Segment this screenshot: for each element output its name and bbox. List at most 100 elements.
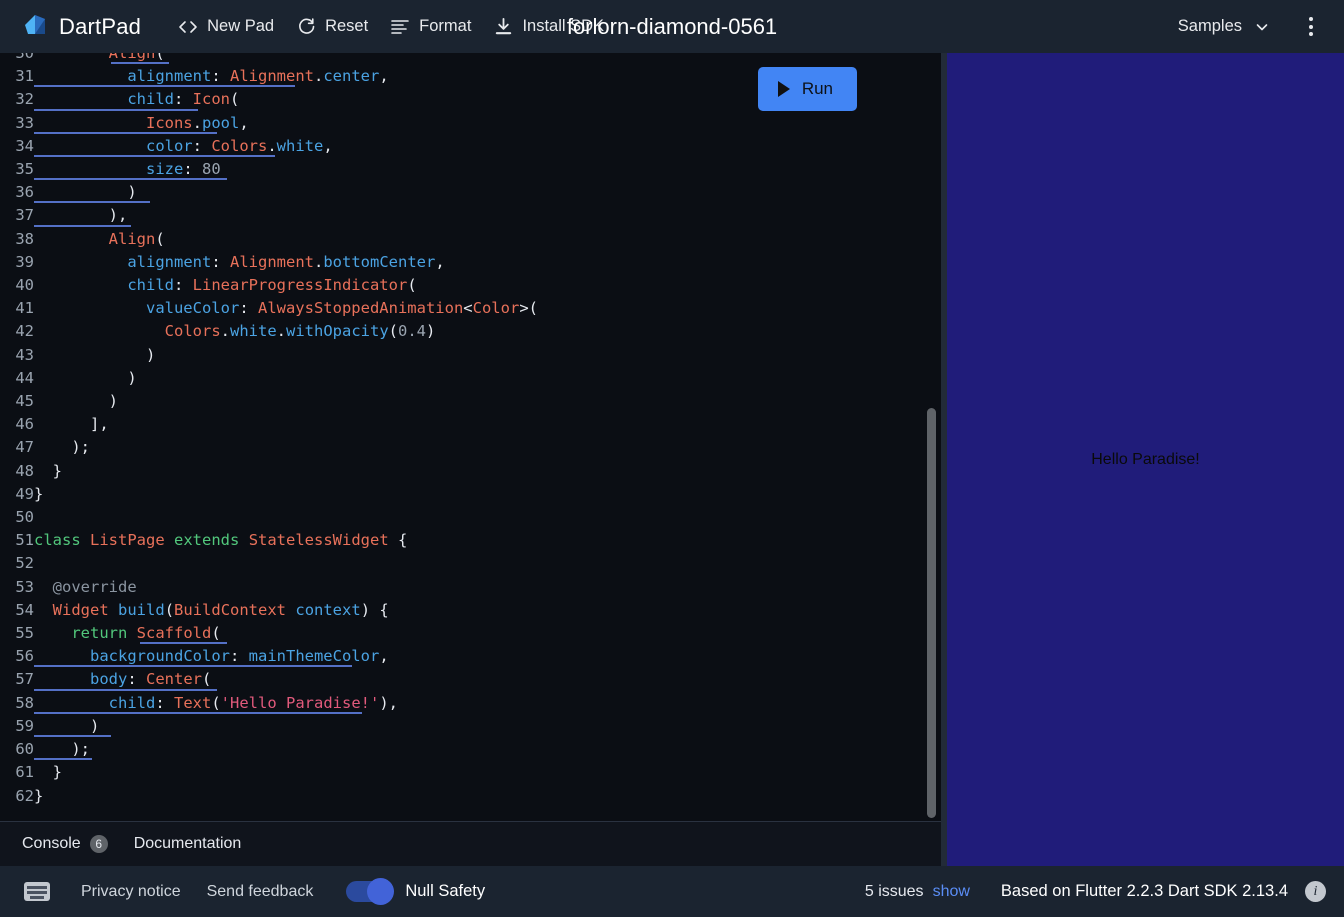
- analysis-underline: [34, 85, 295, 88]
- code-line-source[interactable]: color: Colors.white,: [34, 135, 538, 158]
- code-line: 57 body: Center(: [0, 668, 538, 691]
- code-line-source[interactable]: }: [34, 785, 538, 808]
- code-line-source[interactable]: }: [34, 483, 538, 506]
- code-line-source[interactable]: Align(: [34, 228, 538, 251]
- line-number: 60: [15, 740, 34, 759]
- code-line: 45 ): [0, 390, 538, 413]
- console-issue-badge: 6: [89, 835, 108, 853]
- code-line-source[interactable]: [34, 552, 538, 575]
- samples-dropdown[interactable]: Samples: [1166, 10, 1284, 44]
- keyboard-icon[interactable]: [24, 882, 50, 901]
- code-line-source[interactable]: );: [34, 738, 538, 761]
- privacy-notice-link[interactable]: Privacy notice: [70, 877, 192, 907]
- format-button[interactable]: Format: [379, 11, 482, 43]
- tab-documentation[interactable]: Documentation: [124, 829, 252, 859]
- tab-console[interactable]: Console 6: [12, 829, 118, 859]
- line-number: 52: [15, 554, 34, 573]
- code-line-source[interactable]: child: LinearProgressIndicator(: [34, 274, 538, 297]
- analysis-underline: [34, 108, 199, 111]
- code-line: 39 alignment: Alignment.bottomCenter,: [0, 251, 538, 274]
- line-number: 57: [15, 670, 34, 689]
- line-number: 37: [15, 206, 34, 225]
- code-line-source[interactable]: }: [34, 761, 538, 784]
- line-number: 36: [15, 183, 34, 202]
- code-line: 54 Widget build(BuildContext context) {: [0, 599, 538, 622]
- line-number: 49: [15, 484, 34, 503]
- code-line-source[interactable]: backgroundColor: mainThemeColor,: [34, 645, 538, 668]
- editor-vertical-scrollbar[interactable]: [927, 408, 936, 818]
- analysis-underline: [34, 178, 227, 181]
- code-line-source[interactable]: child: Text('Hello Paradise!'),: [34, 692, 538, 715]
- code-line-source[interactable]: Widget build(BuildContext context) {: [34, 599, 538, 622]
- code-scroll-area[interactable]: 30 Align(31 alignment: Alignment.center,…: [0, 53, 941, 821]
- info-icon[interactable]: i: [1305, 881, 1326, 902]
- install-sdk-label: Install SDK: [522, 17, 605, 35]
- code-line-source[interactable]: class ListPage extends StatelessWidget {: [34, 529, 538, 552]
- analysis-underline: [34, 735, 112, 738]
- reset-button[interactable]: Reset: [285, 11, 379, 43]
- null-safety-toggle[interactable]: Null Safety: [346, 878, 485, 905]
- issues-count: 5 issues: [864, 882, 924, 900]
- line-number: 48: [15, 461, 34, 480]
- code-line-source[interactable]: );: [34, 436, 538, 459]
- preview-text: Hello Paradise!: [1091, 450, 1200, 468]
- code-line-source[interactable]: alignment: Alignment.bottomCenter,: [34, 251, 538, 274]
- line-number: 59: [15, 716, 34, 735]
- code-line-source[interactable]: [34, 506, 538, 529]
- line-number: 42: [15, 322, 34, 341]
- code-line: 51 class ListPage extends StatelessWidget…: [0, 529, 538, 552]
- code-line-source[interactable]: Colors.white.withOpacity(0.4): [34, 320, 538, 343]
- show-issues-link[interactable]: show: [933, 883, 970, 901]
- brand-title: DartPad: [59, 13, 142, 39]
- code-line: 40 child: LinearProgressIndicator(: [0, 274, 538, 297]
- code-line-source[interactable]: @override: [34, 576, 538, 599]
- analysis-underline: [34, 131, 218, 134]
- code-line: 50: [0, 506, 538, 529]
- code-line-source[interactable]: size: 80: [34, 158, 538, 181]
- code-line: 31 alignment: Alignment.center,: [0, 65, 538, 88]
- line-number: 38: [15, 229, 34, 248]
- line-number: 34: [15, 136, 34, 155]
- code-line-source[interactable]: ],: [34, 413, 538, 436]
- code-line-source[interactable]: ): [34, 181, 538, 204]
- footer-right-group: 5 issues show Based on Flutter 2.2.3 Dar…: [865, 881, 1326, 902]
- code-line-source[interactable]: }: [34, 460, 538, 483]
- code-line-source[interactable]: ): [34, 344, 538, 367]
- run-button[interactable]: Run: [757, 67, 857, 111]
- code-line-source[interactable]: return Scaffold(: [34, 622, 538, 645]
- code-line-source[interactable]: ): [34, 390, 538, 413]
- refresh-icon: [296, 17, 316, 37]
- line-number: 58: [15, 693, 34, 712]
- code-line-source[interactable]: valueColor: AlwaysStoppedAnimation<Color…: [34, 297, 538, 320]
- analysis-underline: [34, 224, 131, 227]
- code-line: 62}: [0, 785, 538, 808]
- send-feedback-link[interactable]: Send feedback: [196, 877, 325, 907]
- code-editor[interactable]: 30 Align(31 alignment: Alignment.center,…: [0, 53, 941, 821]
- format-label: Format: [419, 17, 472, 35]
- code-line: 55 return Scaffold(: [0, 622, 538, 645]
- code-line-source[interactable]: child: Icon(: [34, 88, 538, 111]
- header-right-group: Samples: [1166, 10, 1328, 44]
- code-line-source[interactable]: body: Center(: [34, 668, 538, 691]
- code-line: 30 Align(: [0, 53, 538, 65]
- code-line-source[interactable]: Align(: [34, 53, 538, 65]
- line-number: 56: [15, 647, 34, 666]
- line-number: 45: [15, 392, 34, 411]
- analysis-underline: [34, 665, 353, 668]
- code-line: 34 color: Colors.white,: [0, 135, 538, 158]
- line-number: 32: [15, 90, 34, 109]
- code-line-source[interactable]: ): [34, 367, 538, 390]
- code-line-source[interactable]: ): [34, 715, 538, 738]
- code-line: 56 backgroundColor: mainThemeColor,: [0, 645, 538, 668]
- install-sdk-button[interactable]: Install SDK: [482, 11, 615, 43]
- line-number: 47: [15, 438, 34, 457]
- new-pad-button[interactable]: New Pad: [167, 11, 285, 43]
- dart-logo-icon: [22, 11, 48, 42]
- code-line-source[interactable]: ),: [34, 204, 538, 227]
- code-line-source[interactable]: Icons.pool,: [34, 112, 538, 135]
- play-triangle-icon: [777, 81, 790, 97]
- more-vertical-icon[interactable]: [1294, 10, 1328, 44]
- line-number: 54: [15, 600, 34, 619]
- dartpad-app: DartPad New Pad Reset Format Install SDK…: [0, 0, 1344, 917]
- code-line-source[interactable]: alignment: Alignment.center,: [34, 65, 538, 88]
